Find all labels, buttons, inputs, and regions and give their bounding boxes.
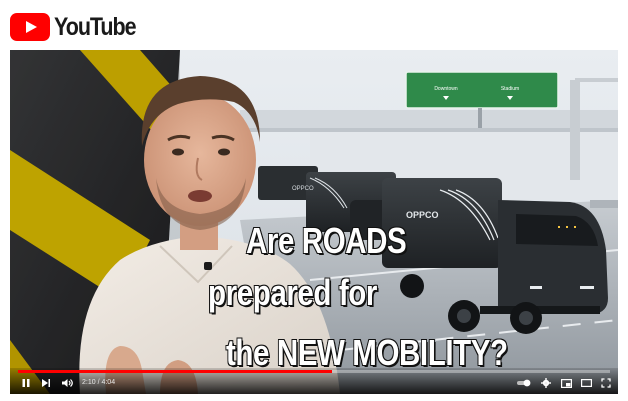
volume-icon	[62, 379, 73, 387]
settings-gear-icon	[541, 378, 551, 388]
sign-right-label: Stadium	[501, 86, 519, 92]
pause-icon	[22, 379, 30, 387]
youtube-logo[interactable]: YouTube	[10, 12, 149, 42]
theater-mode-icon	[580, 379, 592, 387]
fullscreen-icon	[601, 378, 611, 388]
truck-logo-front: OPPCO	[406, 210, 439, 220]
progress-played	[18, 370, 332, 373]
next-icon	[42, 379, 50, 387]
next-button[interactable]	[40, 377, 52, 389]
miniplayer-button[interactable]	[560, 377, 572, 389]
player-controls: 2:10 / 4:04	[10, 368, 618, 394]
volume-button[interactable]	[60, 377, 74, 389]
time-display: 2:10 / 4:04	[82, 379, 116, 386]
sign-left-label: Downtown	[434, 86, 458, 92]
miniplayer-icon	[560, 378, 572, 388]
video-frame: Downtown Stadium OPPCO OPPCO	[10, 50, 618, 394]
pause-button[interactable]	[20, 377, 32, 389]
youtube-play-logo-icon	[10, 13, 50, 41]
autoplay-toggle[interactable]	[516, 377, 532, 389]
fullscreen-button[interactable]	[600, 377, 612, 389]
settings-button[interactable]	[540, 377, 552, 389]
autoplay-toggle-icon	[517, 379, 531, 387]
theater-mode-button[interactable]	[580, 377, 592, 389]
video-player[interactable]: Downtown Stadium OPPCO OPPCO Are ROADS p…	[10, 50, 618, 394]
youtube-wordmark: YouTube	[54, 13, 137, 41]
progress-bar[interactable]	[18, 370, 610, 373]
truck-logo-rear: OPPCO	[292, 186, 314, 192]
